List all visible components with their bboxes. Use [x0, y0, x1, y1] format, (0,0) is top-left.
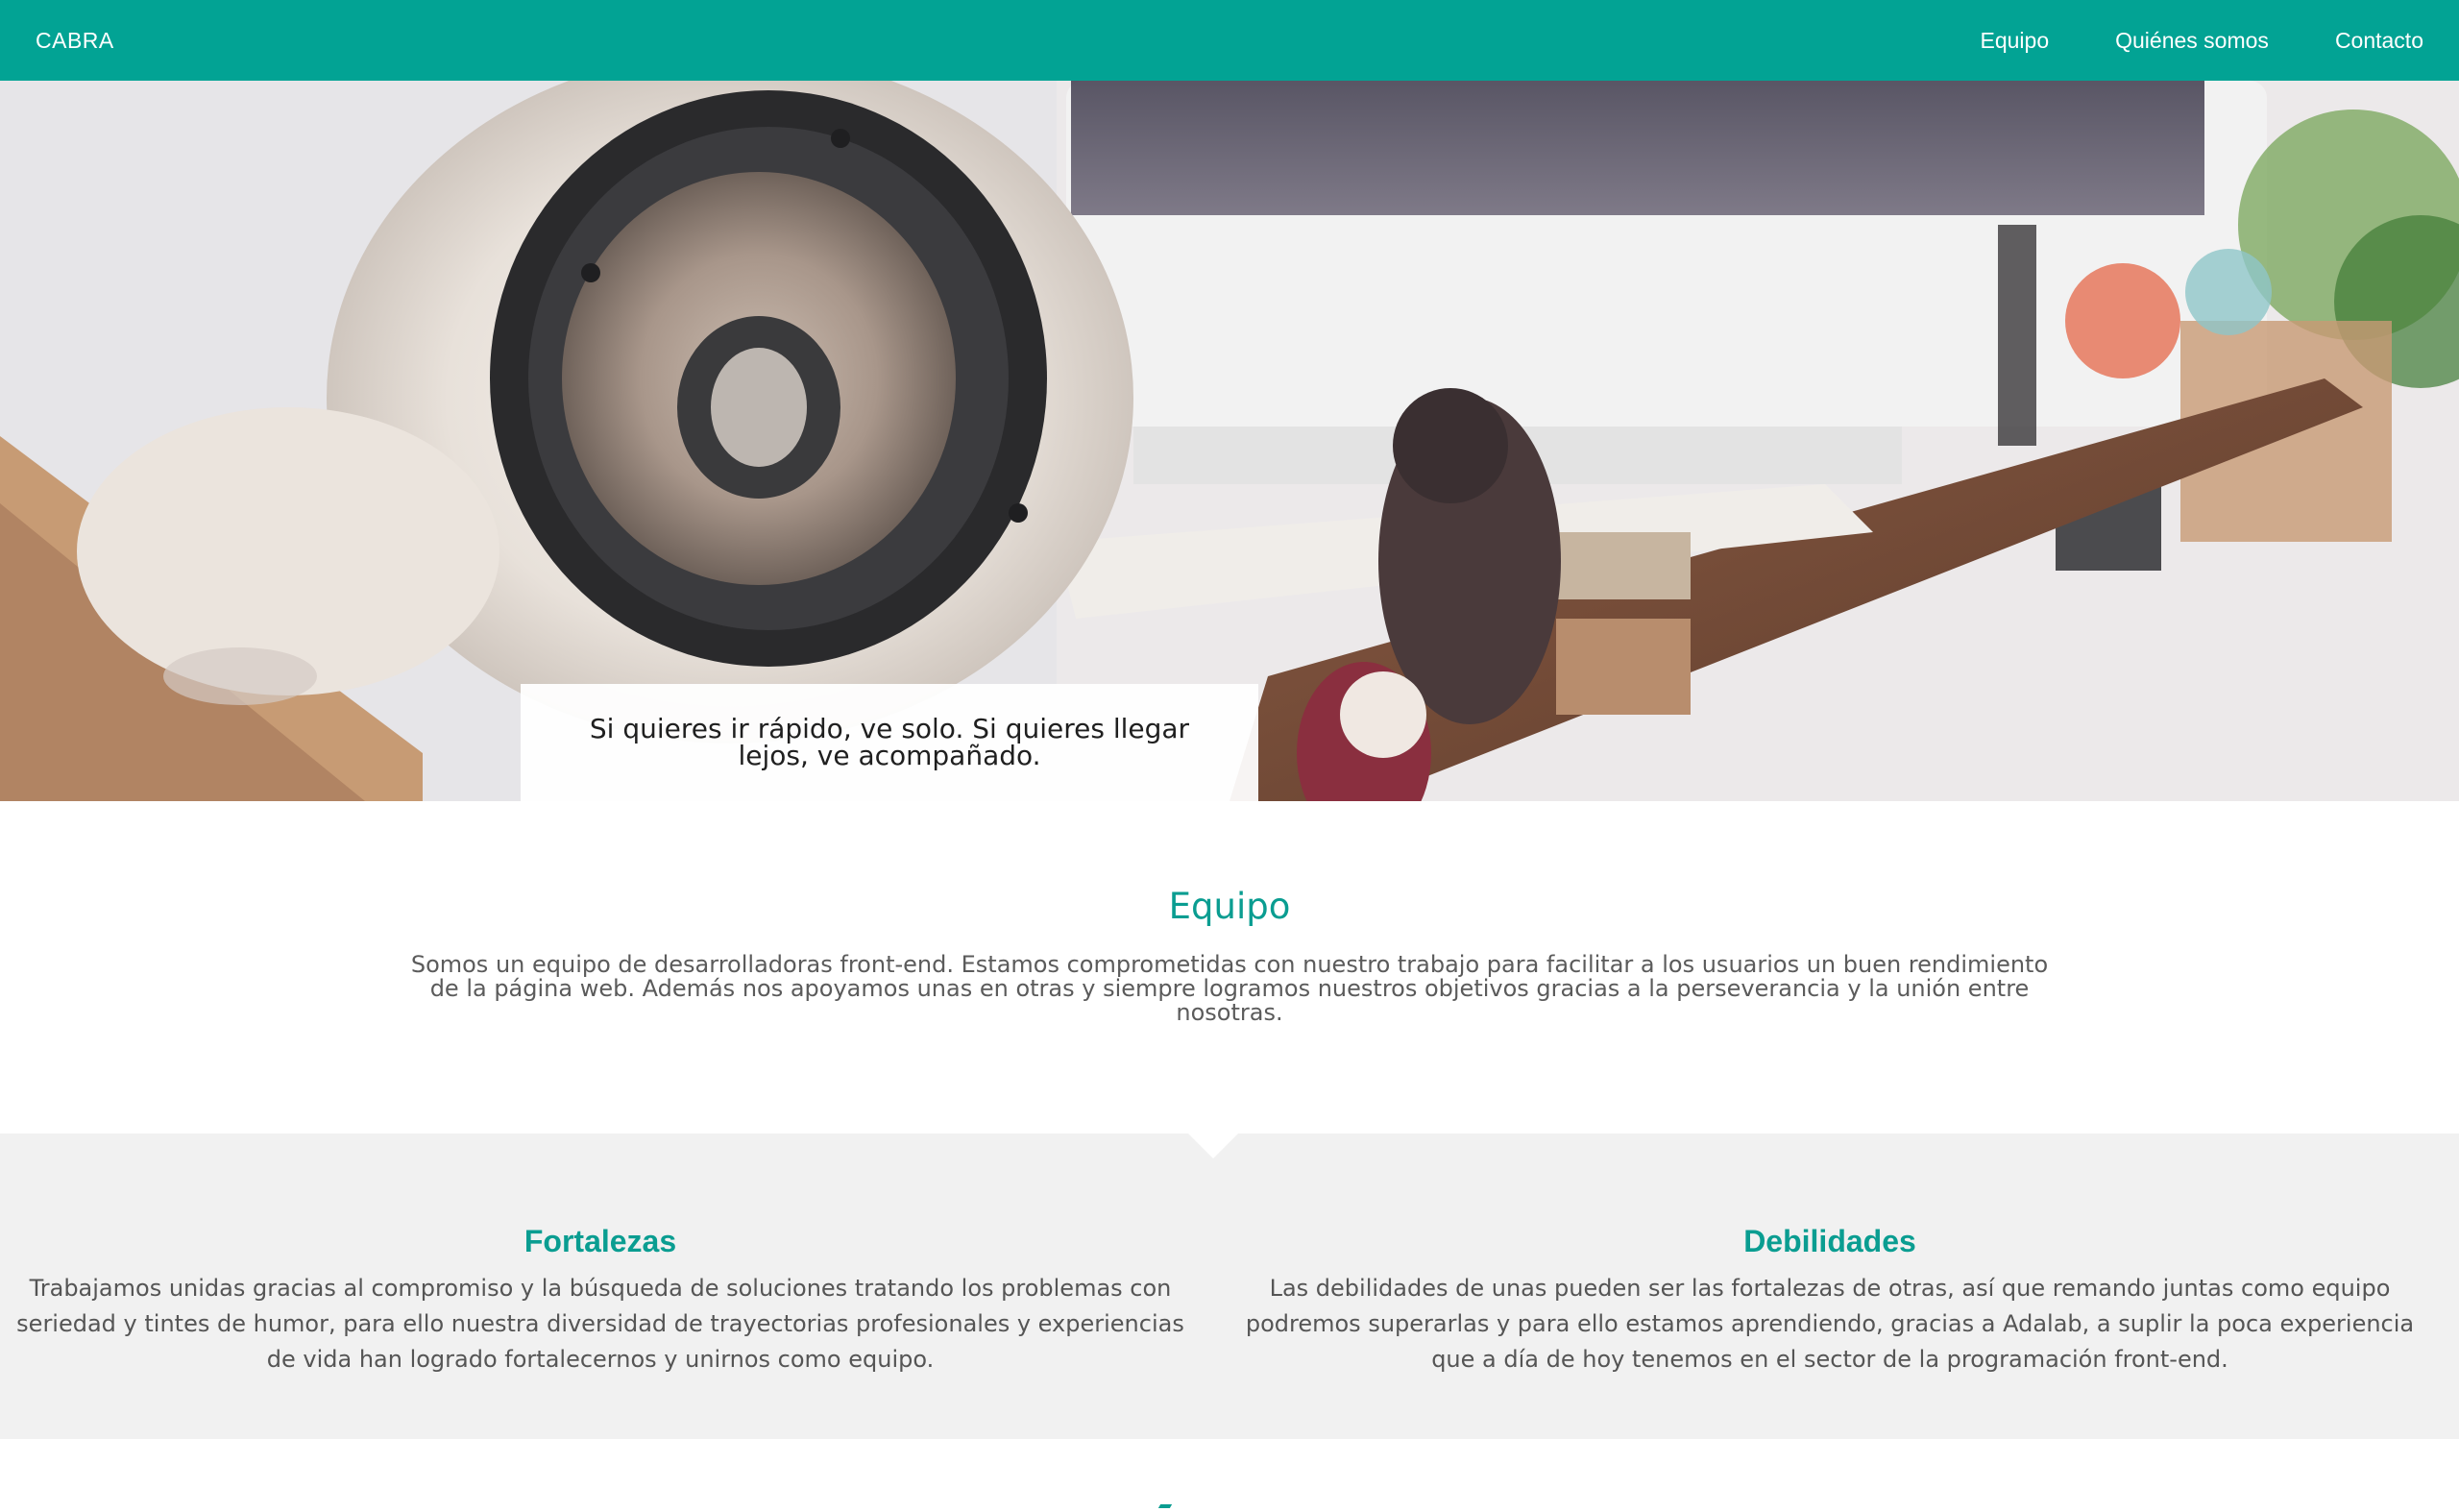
next-section-peek	[0, 1439, 2459, 1512]
equipo-title: Equipo	[1168, 886, 1291, 927]
brand-logo[interactable]: CABRA	[36, 28, 114, 54]
nav-link-equipo[interactable]: Equipo	[1981, 28, 2050, 54]
hero-quote: Si quieres ir rápido, ve solo. Si quiere…	[589, 713, 1190, 771]
strengths-weaknesses-section: Fortalezas Trabajamos unidas gracias al …	[0, 1134, 2459, 1439]
strengths-title: Fortalezas	[523, 1224, 677, 1258]
equipo-section: Equipo Somos un equipo de desarrolladora…	[0, 801, 2459, 1134]
equipo-description: Somos un equipo de desarrolladoras front…	[410, 951, 2049, 1026]
nav-link-quienes-somos[interactable]: Quiénes somos	[2115, 28, 2269, 54]
main-nav: Equipo Quiénes somos Contacto	[1914, 28, 2424, 54]
hero-quote-box: Si quieres ir rápido, ve solo. Si quiere…	[521, 684, 1258, 801]
next-title-accent	[1157, 1504, 1173, 1508]
section-notch-triangle	[1188, 1134, 1238, 1158]
nav-link-contacto[interactable]: Contacto	[2335, 28, 2423, 54]
weaknesses-text: Las debilidades de unas pueden ser las f…	[1245, 1275, 2415, 1373]
strengths-column: Fortalezas Trabajamos unidas gracias al …	[14, 1224, 1186, 1378]
weaknesses-column: Debilidades Las debilidades de unas pued…	[1244, 1224, 2416, 1378]
weaknesses-title: Debilidades	[1743, 1224, 1916, 1258]
strengths-text: Trabajamos unidas gracias al compromiso …	[16, 1275, 1184, 1373]
top-navbar: CABRA Equipo Quiénes somos Contacto	[0, 0, 2459, 81]
hero-banner: Si quieres ir rápido, ve solo. Si quiere…	[0, 81, 2459, 801]
